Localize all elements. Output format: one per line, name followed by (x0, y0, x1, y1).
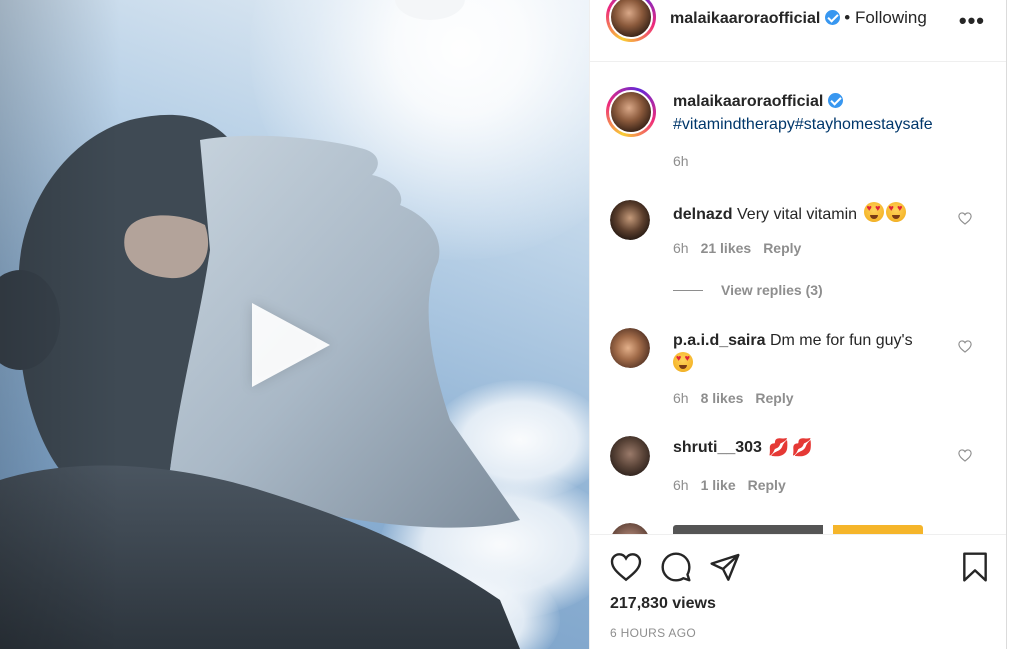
comment-username[interactable]: delnazd (673, 206, 733, 223)
comment-meta: 6h 8 likes Reply (673, 390, 794, 406)
post-header: malaikaaroraofficial • Following ••• (590, 0, 1007, 62)
commenter-avatar[interactable] (610, 328, 650, 368)
cut-off-comment (673, 525, 923, 534)
save-bookmark-icon[interactable] (961, 551, 989, 583)
replies-divider (673, 290, 703, 291)
post-actions: 217,830 views 6 HOURS AGO (590, 534, 1007, 649)
share-icon[interactable] (709, 551, 741, 583)
heart-eyes-emoji-icon (863, 202, 884, 222)
comment-text: Very vital vitamin (737, 206, 858, 223)
view-replies-button[interactable]: View replies (3) (673, 282, 823, 298)
comment-username[interactable]: shruti__303 (673, 439, 762, 456)
comment-time: 6h (673, 390, 689, 406)
comment-meta: 6h 21 likes Reply (673, 240, 801, 256)
verified-badge-icon (825, 10, 841, 25)
views-count[interactable]: 217,830 views (610, 595, 716, 613)
caption-author-line: malaikaaroraofficial (673, 93, 844, 111)
reply-button[interactable]: Reply (763, 240, 801, 256)
comment-likes[interactable]: 21 likes (701, 240, 752, 256)
comment-likes[interactable]: 1 like (701, 477, 736, 493)
comment-icon[interactable] (660, 551, 692, 583)
heart-icon[interactable] (958, 449, 972, 462)
comment-time: 6h (673, 240, 689, 256)
post-timestamp[interactable]: 6 HOURS AGO (610, 626, 696, 640)
caption-username[interactable]: malaikaaroraofficial (673, 93, 823, 110)
comment-likes[interactable]: 8 likes (701, 390, 744, 406)
heart-icon[interactable] (958, 340, 972, 353)
heart-icon[interactable] (610, 552, 642, 582)
play-icon[interactable] (252, 303, 330, 387)
comment-body: shruti__303 💋 💋 (673, 438, 813, 458)
comment-meta: 6h 1 like Reply (673, 477, 786, 493)
comment-text: Dm me for fun guy's (769, 332, 913, 349)
reply-button[interactable]: Reply (755, 390, 793, 406)
caption-hashtags[interactable]: #vitamindtherapy#stayhomestaysafe (673, 116, 933, 134)
more-options-icon[interactable]: ••• (959, 8, 985, 34)
kiss-lips-emoji-icon: 💋 (768, 438, 790, 457)
comment-body: p.a.i.d_saira Dm me for fun guy's (673, 330, 943, 376)
kiss-lips-emoji-icon: 💋 (791, 438, 813, 457)
post-video[interactable] (0, 0, 589, 649)
following-button[interactable]: • Following (844, 8, 927, 27)
comment-time: 6h (673, 477, 689, 493)
author-username[interactable]: malaikaaroraofficial (670, 10, 820, 27)
heart-eyes-emoji-icon (673, 352, 693, 372)
view-replies-label: View replies (3) (721, 282, 823, 298)
heart-eyes-emoji-icon (885, 202, 906, 222)
heart-icon[interactable] (958, 212, 972, 225)
author-avatar[interactable] (606, 0, 656, 42)
video-shade (0, 0, 120, 649)
header-author-line: malaikaaroraofficial • Following (670, 8, 927, 28)
post-sidebar: malaikaaroraofficial • Following ••• mala… (589, 0, 1009, 649)
comments-list[interactable]: malaikaaroraofficial #vitamindtherapy#st… (590, 63, 1007, 534)
comment-username[interactable]: p.a.i.d_saira (673, 332, 766, 349)
reply-button[interactable]: Reply (748, 477, 786, 493)
comment-body: delnazd Very vital vitamin (673, 202, 953, 224)
commenter-avatar[interactable] (610, 523, 650, 534)
caption-time: 6h (673, 153, 689, 169)
commenter-avatar[interactable] (610, 436, 650, 476)
commenter-avatar[interactable] (610, 200, 650, 240)
verified-badge-icon (828, 93, 844, 108)
caption-avatar[interactable] (606, 87, 656, 137)
